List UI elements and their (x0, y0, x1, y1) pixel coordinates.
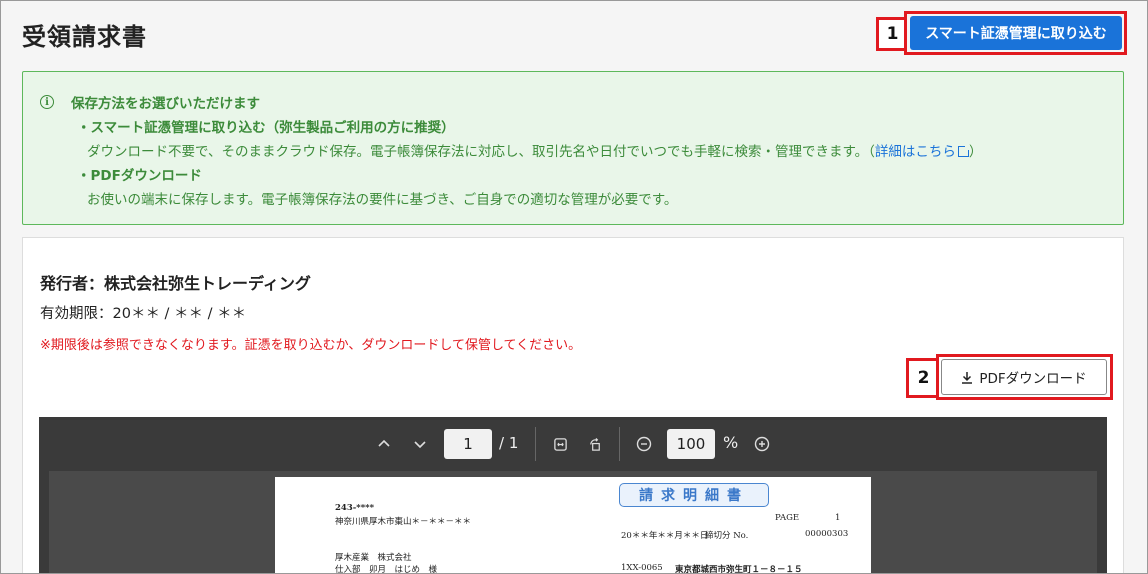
doc-page-label: PAGE (775, 513, 800, 523)
fit-width-icon (553, 437, 567, 451)
option1-desc-text: ダウンロード不要で、そのままクラウド保存。電子帳簿保存法に対応し、取引先名や日付… (87, 144, 875, 160)
info-heading: 保存方法をお選びいただけます (71, 96, 260, 112)
pdf-download-label: PDFダウンロード (979, 371, 1087, 387)
expiry-date: 有効期限：20＊＊ / ＊＊ / ＊＊ (40, 306, 247, 322)
doc-date: 20＊＊年＊＊月＊＊日 (621, 531, 709, 541)
page-number-input[interactable]: 1 (444, 429, 492, 459)
option1-desc-close: ） (968, 144, 983, 160)
issuer-name: 発行者：株式会社弥生トレーディング (40, 274, 311, 293)
doc-issuer-address: 東京都城西市弥生町１－８－１５ (675, 565, 803, 574)
download-icon (962, 371, 973, 384)
prev-page-button[interactable] (373, 433, 395, 455)
toolbar-divider (619, 427, 620, 461)
doc-recipient-address: 神奈川県厚木市棗山＊－＊＊－＊＊ (335, 517, 472, 527)
app-frame: 受領請求書 1 スマート証憑管理に取り込む i 保存方法をお選びいただけます ・… (0, 0, 1148, 574)
pdf-viewer: 1 / 1 100 % 243-**** 神奈川県厚木市棗山＊－＊＊－＊＊ 厚木… (39, 417, 1107, 574)
zoom-out-icon (636, 436, 652, 452)
smart-import-button[interactable]: スマート証憑管理に取り込む (910, 16, 1122, 50)
next-page-button[interactable] (409, 433, 431, 455)
external-link-icon (957, 145, 970, 157)
page-title: 受領請求書 (22, 23, 147, 51)
doc-recipient-person: 仕入部 卯月 はじめ 様 (335, 565, 438, 574)
rotate-button[interactable] (584, 433, 606, 455)
page-total: / 1 (499, 434, 519, 452)
info-circle-icon: i (40, 95, 54, 109)
pdf-document-page: 243-**** 神奈川県厚木市棗山＊－＊＊－＊＊ 厚木産業 株式会社 仕入部 … (275, 477, 871, 574)
option2-description: お使いの端末に保存します。電子帳簿保存法の要件に基づき、ご自身での適切な管理が必… (87, 192, 678, 208)
rotate-icon (589, 437, 600, 451)
expiry-warning: ※期限後は参照できなくなります。証憑を取り込むか、ダウンロードして保管してくださ… (40, 338, 582, 353)
chevron-up-icon (378, 439, 390, 447)
doc-recipient-company: 厚木産業 株式会社 (335, 553, 412, 563)
doc-postal-code: 243-**** (335, 503, 375, 513)
zoom-unit: % (723, 433, 739, 452)
callout-2: 2 (906, 358, 938, 398)
fit-page-button[interactable] (549, 433, 571, 455)
callout-1: 1 (876, 17, 906, 51)
option1-title: ・スマート証憑管理に取り込む（弥生製品ご利用の方に推奨） (77, 120, 455, 136)
zoom-input[interactable]: 100 (667, 429, 715, 459)
doc-title: 請求明細書 (619, 483, 769, 507)
chevron-down-icon (414, 441, 426, 449)
pdf-download-button[interactable]: PDFダウンロード (941, 359, 1107, 395)
info-panel: i 保存方法をお選びいただけます ・スマート証憑管理に取り込む（弥生製品ご利用の… (22, 71, 1124, 225)
option1-description: ダウンロード不要で、そのままクラウド保存。電子帳簿保存法に対応し、取引先名や日付… (87, 140, 982, 160)
toolbar-divider (535, 427, 536, 461)
doc-issuer-code: 1XX-0065 (621, 563, 663, 573)
doc-page-number: 1 (835, 513, 841, 523)
doc-number: 00000303 (805, 529, 849, 539)
zoom-in-button[interactable] (751, 433, 773, 455)
zoom-in-icon (754, 436, 770, 452)
details-link[interactable]: 詳細はこちら (875, 144, 970, 160)
option2-title: ・PDFダウンロード (77, 168, 202, 184)
pdf-page-area[interactable]: 243-**** 神奈川県厚木市棗山＊－＊＊－＊＊ 厚木産業 株式会社 仕入部 … (49, 471, 1097, 574)
zoom-out-button[interactable] (633, 433, 655, 455)
doc-cutoff-label: 締切分 No. (705, 531, 749, 541)
